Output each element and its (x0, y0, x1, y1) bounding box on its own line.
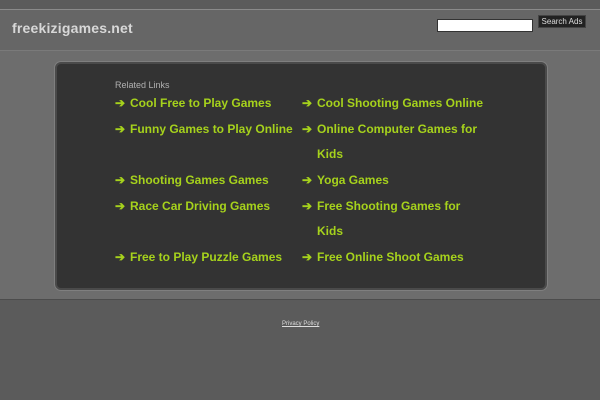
related-link[interactable]: ➔ Free Shooting Games for Kids (302, 194, 460, 244)
arrow-right-icon: ➔ (115, 96, 126, 110)
arrow-right-icon: ➔ (302, 96, 313, 110)
arrow-right-icon: ➔ (115, 122, 126, 136)
related-link-label: Free Online Shoot Games (317, 250, 464, 264)
arrow-right-icon: ➔ (302, 250, 313, 264)
related-link-label: Shooting Games Games (130, 173, 269, 187)
related-link[interactable]: ➔ Yoga Games (302, 168, 389, 193)
related-link-label-line1: Online Computer Games for (317, 122, 478, 136)
privacy-policy-link[interactable]: Privacy Policy (282, 321, 319, 327)
related-link-label: Cool Shooting Games Online (317, 96, 484, 110)
arrow-right-icon: ➔ (302, 173, 313, 187)
related-link[interactable]: ➔ Funny Games to Play Online (115, 117, 293, 142)
arrow-right-icon: ➔ (302, 122, 313, 136)
related-link[interactable]: ➔ Shooting Games Games (115, 168, 269, 193)
page: freekizigames.net Search Ads Related Lin… (0, 0, 600, 400)
related-link-label-line1: Free Shooting Games for (317, 199, 461, 213)
related-link-label-line2: Kids (317, 224, 344, 238)
related-link-label: Online Computer Games for Kids (317, 117, 477, 167)
related-link-label: Yoga Games (317, 173, 389, 187)
related-link-label: Cool Free to Play Games (130, 96, 272, 110)
related-links-heading: Related Links (115, 80, 170, 90)
related-link[interactable]: ➔ Online Computer Games for Kids (302, 117, 477, 167)
arrow-right-icon: ➔ (115, 250, 126, 264)
related-link-label: Race Car Driving Games (130, 199, 271, 213)
related-link-label: Free Shooting Games for Kids (317, 194, 460, 244)
search-input[interactable] (437, 19, 533, 32)
related-link-label-line2: Kids (317, 147, 344, 161)
arrow-right-icon: ➔ (302, 199, 313, 213)
related-link-label: Free to Play Puzzle Games (130, 250, 283, 264)
site-title[interactable]: freekizigames.net (12, 20, 133, 36)
related-link[interactable]: ➔ Free Online Shoot Games (302, 245, 464, 270)
search-ads-button[interactable]: Search Ads (538, 15, 586, 28)
related-link[interactable]: ➔ Cool Free to Play Games (115, 91, 271, 116)
related-link-label: Funny Games to Play Online (130, 122, 293, 136)
related-link[interactable]: ➔ Race Car Driving Games (115, 194, 270, 219)
related-link[interactable]: ➔ Cool Shooting Games Online (302, 91, 483, 116)
arrow-right-icon: ➔ (115, 173, 126, 187)
related-link[interactable]: ➔ Free to Play Puzzle Games (115, 245, 282, 270)
arrow-right-icon: ➔ (115, 199, 126, 213)
